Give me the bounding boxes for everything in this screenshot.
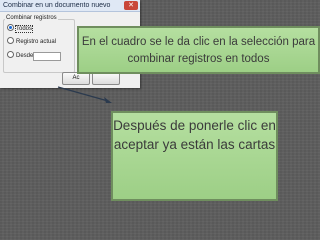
callout-top: En el cuadro se le da clic en la selecci… (77, 26, 320, 74)
radio-selected-icon[interactable] (7, 24, 14, 31)
dialog-title: Combinar en un documento nuevo (0, 0, 140, 12)
option-current-record[interactable]: Registro actual (7, 37, 56, 45)
callout-top-text: En el cuadro se le da clic en la selecci… (81, 36, 316, 65)
option-from[interactable]: Desde: (7, 51, 35, 59)
option-all[interactable]: Todos (7, 24, 34, 33)
from-field[interactable] (33, 52, 61, 61)
callout-bottom-text: Después de ponerle clic en aceptar ya es… (113, 118, 276, 152)
callout-bottom: Después de ponerle clic en aceptar ya es… (111, 111, 278, 201)
close-icon[interactable]: ✕ (124, 1, 138, 10)
radio-icon[interactable] (7, 37, 14, 44)
option-all-label: Todos (14, 25, 34, 33)
radio-icon[interactable] (7, 51, 14, 58)
arrow-icon (57, 86, 112, 103)
group-label: Combinar registros (5, 15, 58, 21)
option-current-label: Registro actual (16, 39, 57, 45)
